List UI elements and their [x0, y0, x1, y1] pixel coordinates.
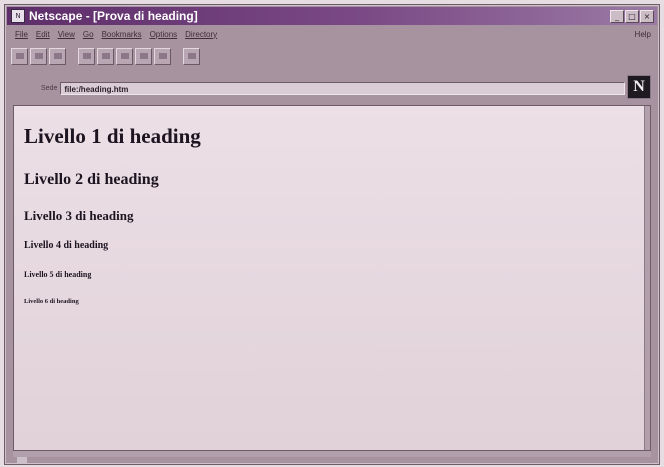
menu-help[interactable]: Help	[635, 30, 651, 39]
menu-go[interactable]: Go	[83, 30, 94, 39]
vertical-scrollbar[interactable]	[644, 106, 650, 450]
stop-icon[interactable]	[183, 47, 200, 65]
forward-glyph	[34, 53, 43, 59]
browser-window: N Netscape - [Prova di heading] _ □ × Fi…	[4, 4, 660, 465]
status-bar	[7, 457, 657, 465]
menu-bookmarks[interactable]: Bookmarks	[102, 30, 142, 39]
url-input[interactable]: file:/heading.htm	[60, 81, 626, 95]
stop-glyph	[187, 53, 196, 59]
window-title: Netscape - [Prova di heading]	[29, 9, 198, 23]
open-glyph	[120, 53, 129, 59]
open-icon[interactable]	[116, 47, 133, 65]
images-glyph	[101, 53, 110, 59]
images-icon[interactable]	[97, 47, 114, 65]
location-bar: Sede file:/heading.htm N	[11, 75, 653, 99]
menu-options[interactable]: Options	[150, 30, 178, 39]
print-glyph	[139, 53, 148, 59]
reload-icon[interactable]	[78, 47, 95, 65]
heading-level-2: Livello 2 di heading	[24, 171, 159, 188]
back-icon[interactable]	[11, 47, 28, 65]
title-bar[interactable]: N Netscape - [Prova di heading] _ □ ×	[7, 7, 657, 25]
reload-glyph	[82, 53, 91, 59]
heading-level-1: Livello 1 di heading	[24, 124, 201, 148]
heading-level-3: Livello 3 di heading	[24, 208, 134, 223]
forward-icon[interactable]	[30, 47, 47, 65]
menu-file[interactable]: File	[15, 30, 28, 39]
menu-directory[interactable]: Directory	[185, 30, 217, 39]
heading-level-4: Livello 4 di heading	[24, 240, 109, 251]
page-content: Livello 1 di heading Livello 2 di headin…	[13, 105, 651, 451]
location-label: Sede	[41, 84, 58, 92]
home-icon[interactable]	[49, 47, 66, 65]
heading-level-6: Livello 6 di heading	[24, 298, 79, 305]
security-key-icon	[17, 457, 27, 464]
netscape-small-icon[interactable]: N	[11, 9, 25, 23]
window-controls: _ □ ×	[610, 9, 654, 23]
find-glyph	[158, 53, 167, 59]
maximize-button[interactable]: □	[625, 9, 639, 23]
close-button[interactable]: ×	[640, 9, 654, 23]
heading-level-5: Livello 5 di heading	[24, 270, 92, 279]
home-glyph	[53, 53, 62, 59]
minimize-button[interactable]: _	[610, 9, 624, 23]
menu-edit[interactable]: Edit	[36, 30, 50, 39]
menu-bar: File Edit View Go Bookmarks Options Dire…	[7, 27, 657, 41]
menu-view[interactable]: View	[58, 30, 75, 39]
find-icon[interactable]	[154, 47, 171, 65]
netscape-logo-icon[interactable]: N	[627, 75, 651, 99]
toolbar	[11, 43, 653, 69]
print-icon[interactable]	[135, 47, 152, 65]
back-glyph	[15, 53, 24, 59]
